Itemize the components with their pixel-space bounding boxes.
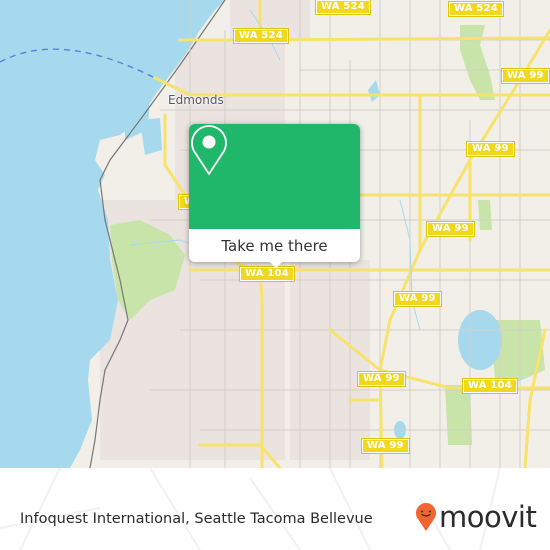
park (478, 200, 492, 230)
footer-title: Infoquest International, Seattle Tacoma … (20, 511, 373, 527)
route-shield-wa104: WA 104 (239, 266, 295, 282)
route-shield-wa524: WA 524 (448, 1, 504, 17)
place-label-edmonds: Edmonds (168, 93, 224, 107)
route-shield-wa104: WA 104 (462, 378, 518, 394)
map-pin-icon (191, 125, 227, 175)
moovit-logo[interactable]: moovit (415, 500, 537, 534)
route-shield-wa99: WA 99 (426, 221, 475, 237)
route-shield-wa99: WA 99 (357, 371, 406, 387)
moovit-pin-icon (416, 503, 436, 531)
route-shield-wa99: WA 99 (393, 291, 442, 307)
location-popup[interactable]: Take me there (189, 124, 360, 268)
map[interactable]: Edmonds WA 524 WA 524 WA 524 WA 99 WA 99… (0, 0, 550, 468)
park (445, 385, 472, 445)
route-shield-wa524: WA 524 (233, 28, 289, 44)
route-shield-wa99: WA 99 (501, 68, 550, 84)
lake (458, 310, 502, 370)
moovit-logo-text: moovit (439, 500, 537, 534)
route-shield-wa99: WA 99 (361, 438, 410, 454)
route-shield-wa524: WA 524 (315, 0, 371, 15)
take-me-there-button[interactable]: Take me there (189, 229, 360, 262)
popup-header (189, 124, 360, 229)
route-shield-wa99: WA 99 (466, 141, 515, 157)
popup-tail (269, 261, 283, 268)
